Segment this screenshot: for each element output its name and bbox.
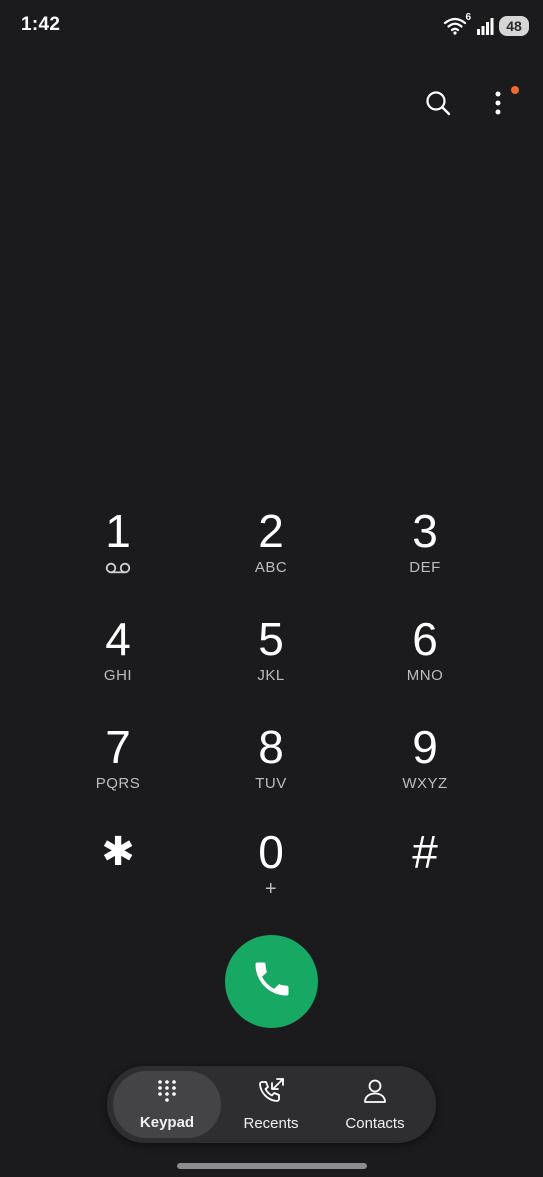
key-letters: JKL xyxy=(257,667,285,684)
key-digit: 7 xyxy=(105,721,131,773)
top-actions xyxy=(421,86,519,122)
key-digit: 2 xyxy=(258,505,284,557)
more-options-button[interactable] xyxy=(481,86,519,122)
key-digit: 0 xyxy=(258,826,284,878)
key-5[interactable]: 5 JKL xyxy=(201,608,341,708)
key-1[interactable]: 1 xyxy=(48,500,188,600)
signal-icon xyxy=(475,16,495,36)
tab-recents[interactable]: Recents xyxy=(217,1071,325,1138)
battery-level: 48 xyxy=(506,18,522,34)
voicemail-icon xyxy=(105,561,131,575)
battery-icon: 48 xyxy=(499,16,529,36)
network-type-label: 6 xyxy=(465,12,471,23)
tab-label: Keypad xyxy=(139,1113,195,1131)
call-button[interactable] xyxy=(225,935,318,1028)
key-3[interactable]: 3 DEF xyxy=(355,500,495,600)
key-letters: DEF xyxy=(409,559,441,576)
status-icons: 6 48 xyxy=(443,12,529,37)
key-letters: MNO xyxy=(406,667,444,684)
key-digit: 8 xyxy=(258,721,284,773)
notification-dot xyxy=(511,86,519,94)
key-hash[interactable]: # xyxy=(355,821,495,921)
key-letters: PQRS xyxy=(95,775,141,792)
recents-icon xyxy=(256,1077,286,1109)
key-7[interactable]: 7 PQRS xyxy=(48,716,188,816)
tab-keypad[interactable]: Keypad xyxy=(113,1071,221,1138)
key-letters: TUV xyxy=(255,775,287,792)
key-0[interactable]: 0 + xyxy=(201,821,341,921)
tab-label: Recents xyxy=(243,1114,299,1132)
wifi-icon: 6 xyxy=(443,12,471,36)
status-bar: 1:42 6 48 xyxy=(0,0,543,52)
tab-contacts[interactable]: Contacts xyxy=(321,1071,429,1138)
key-digit: 5 xyxy=(258,613,284,665)
bottom-navigation: Keypad Recents Contacts xyxy=(107,1066,436,1143)
key-8[interactable]: 8 TUV xyxy=(201,716,341,816)
key-4[interactable]: 4 GHI xyxy=(48,608,188,708)
key-digit: # xyxy=(412,826,438,878)
key-digit: 1 xyxy=(105,505,131,557)
tab-label: Contacts xyxy=(345,1114,405,1132)
key-digit: 4 xyxy=(105,613,131,665)
key-2[interactable]: 2 ABC xyxy=(201,500,341,600)
status-time: 1:42 xyxy=(21,14,61,35)
key-digit: 9 xyxy=(412,721,438,773)
home-indicator[interactable] xyxy=(177,1163,367,1169)
key-digit: 6 xyxy=(412,613,438,665)
dial-keypad: 1 2 ABC 3 DEF 4 GHI 5 JKL 6 MNO 7 PQRS 8… xyxy=(0,500,543,905)
key-letters: GHI xyxy=(103,667,133,684)
key-letters: + xyxy=(264,878,278,900)
key-digit: 3 xyxy=(412,505,438,557)
key-digit: ✱ xyxy=(101,830,135,874)
key-letters: WXYZ xyxy=(402,775,448,792)
keypad-icon xyxy=(156,1079,178,1108)
more-vert-icon xyxy=(494,90,502,121)
phone-icon xyxy=(250,957,294,1006)
search-button[interactable] xyxy=(421,88,455,122)
key-star[interactable]: ✱ xyxy=(48,821,188,921)
contacts-icon xyxy=(362,1078,388,1109)
key-6[interactable]: 6 MNO xyxy=(355,608,495,708)
key-letters: ABC xyxy=(254,559,288,576)
search-icon xyxy=(424,89,452,122)
key-9[interactable]: 9 WXYZ xyxy=(355,716,495,816)
